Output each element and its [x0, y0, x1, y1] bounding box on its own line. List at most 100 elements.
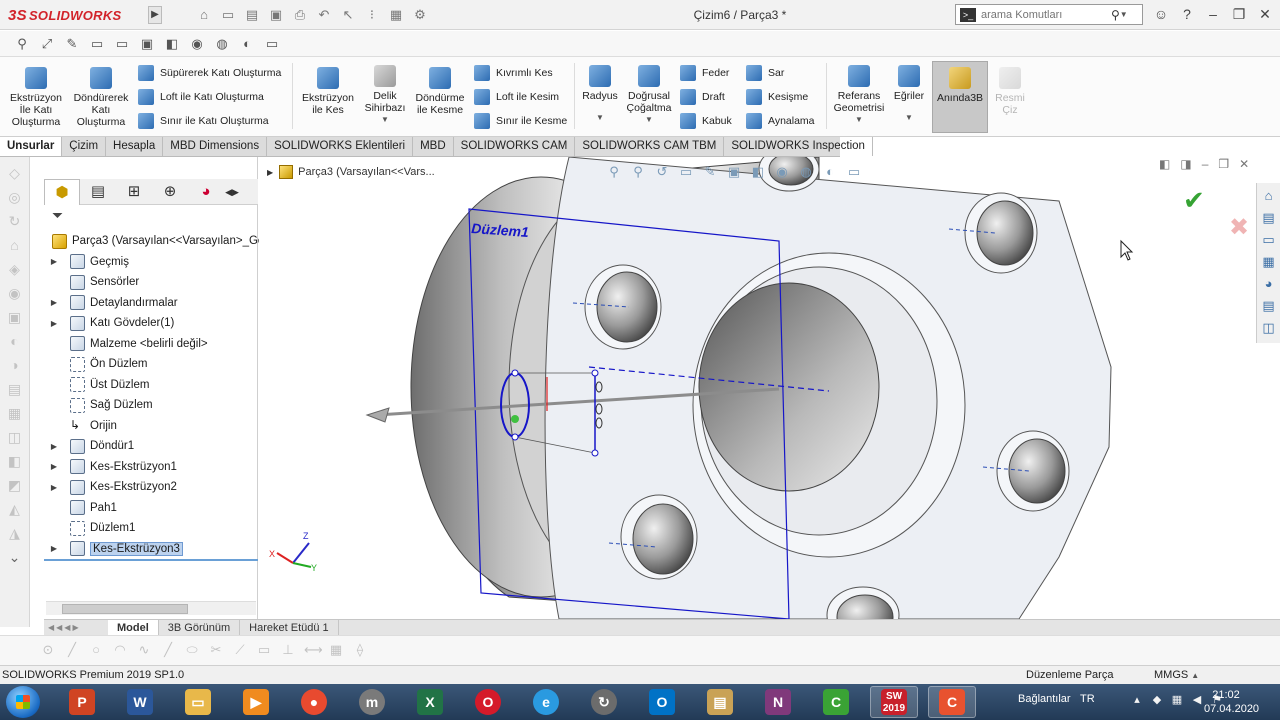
display-style-icon[interactable]: ◧ [749, 163, 767, 181]
appearances-icon[interactable]: ◕ [1260, 275, 1278, 293]
expand-arrow-icon[interactable]: ▶ [48, 462, 60, 471]
display-manager-tab-icon[interactable]: ◕ [188, 179, 224, 205]
curves-dropdown-icon[interactable]: ▼ [890, 112, 928, 124]
expand-arrow-icon[interactable]: ▶ [48, 544, 60, 553]
boundary-boss-button[interactable]: Sınır ile Katı Oluşturma [138, 111, 269, 131]
save-icon[interactable]: ▣ [267, 7, 285, 23]
tab-solidworks-inspection[interactable]: SOLIDWORKS Inspection [724, 137, 873, 156]
strip-tool-icon[interactable]: ◩ [7, 477, 23, 493]
taskbar-app-opera[interactable]: O [464, 686, 512, 718]
loft-boss-button[interactable]: Loft ile Katı Oluşturma [138, 87, 264, 107]
tray-clock[interactable]: 21:02 07.04.2020 [1204, 688, 1259, 716]
taskbar-app-recorder[interactable]: ● [290, 686, 338, 718]
feature-manager-tab-icon[interactable]: ⬢ [44, 179, 80, 205]
relations-icon[interactable]: ⊥ [280, 642, 296, 658]
display-style-icon[interactable]: ◧ [162, 34, 182, 54]
fillet-button[interactable]: Radyus ▼ [580, 61, 620, 124]
doc-close-icon[interactable]: ✕ [1239, 157, 1249, 171]
tree-item-material[interactable]: Malzeme <belirli değil> [44, 334, 258, 355]
edit-appearance-icon[interactable]: ◍ [797, 163, 815, 181]
tab-sketch[interactable]: Çizim [62, 137, 107, 156]
home-icon[interactable]: ⌂ [195, 7, 213, 23]
taskbar-app-word[interactable]: W [116, 686, 164, 718]
tree-item-solid-bodies[interactable]: ▶ Katı Gövdeler(1) [44, 313, 258, 334]
tree-item-plane1[interactable]: Düzlem1 [44, 518, 258, 539]
tray-connections[interactable]: Bağlantılar [1018, 693, 1071, 705]
expand-arrow-icon[interactable]: ▶ [48, 483, 60, 492]
doc-restore-icon[interactable]: ❐ [1218, 157, 1229, 171]
graphics-area[interactable]: Düzlem1 Z X Y ▶ Parça3 (Varsayılan<<Vars… [259, 157, 1280, 619]
strip-expand-icon[interactable]: ⌄ [7, 549, 23, 565]
close-icon[interactable]: ✕ [1254, 4, 1276, 25]
view-settings-icon[interactable]: ▭ [845, 163, 863, 181]
grid-icon[interactable]: ▦ [328, 642, 344, 658]
view-orientation-icon[interactable]: ▣ [725, 163, 743, 181]
taskbar-app-media-player[interactable]: ▶ [232, 686, 280, 718]
mirror-button[interactable]: Aynalama [746, 111, 815, 131]
bolt-hole[interactable] [620, 494, 698, 580]
taskbar-app-files[interactable]: ▤ [696, 686, 744, 718]
view-orientation-icon[interactable]: ▣ [137, 34, 157, 54]
circle-icon[interactable]: ○ [88, 642, 104, 658]
scrollbar-thumb[interactable] [62, 604, 188, 614]
sketch-endpoint[interactable] [591, 369, 599, 377]
breadcrumb-expand-icon[interactable]: ▶ [267, 168, 273, 177]
bolt-hole[interactable] [964, 192, 1038, 274]
curves-button[interactable]: Eğriler ▼ [890, 61, 928, 124]
revolve-cut-button[interactable]: Döndürme ile Kesme [412, 61, 468, 116]
scene-icon[interactable]: ◐ [237, 34, 257, 54]
loft-cut-button[interactable]: Loft ile Kesim [474, 87, 559, 107]
tree-item-annotations[interactable]: ▶ Detaylandırmalar [44, 293, 258, 314]
doc-minimize-icon[interactable]: – [1202, 157, 1209, 171]
file-explorer-icon[interactable]: ▭ [1260, 231, 1278, 249]
taskbar-app-powerpoint[interactable]: P [58, 686, 106, 718]
taskbar-app-camtasia-recorder[interactable]: C [928, 686, 976, 718]
expand-arrow-icon[interactable]: ▶ [48, 257, 60, 266]
strip-tool-icon[interactable]: ◮ [7, 525, 23, 541]
solidworks-logo[interactable]: 3S SOLIDWORKS [8, 6, 122, 24]
tile-left-icon[interactable]: ◧ [1159, 157, 1170, 171]
cancel-x-icon[interactable]: ✖ [1229, 213, 1249, 242]
windows-start-button[interactable] [6, 686, 40, 718]
traffic-light-icon[interactable]: ⁝ [363, 7, 381, 23]
print-icon[interactable]: ⎙ [291, 7, 309, 23]
expand-arrow-icon[interactable]: ▶ [48, 442, 60, 451]
tree-root[interactable]: Parça3 (Varsayılan<<Varsayılan>_Gör [44, 231, 268, 252]
expand-arrow-icon[interactable]: ▶ [48, 319, 60, 328]
new-document-icon[interactable]: ▭ [219, 7, 237, 23]
tile-right-icon[interactable]: ◨ [1180, 157, 1191, 171]
centerline-icon[interactable]: ╱ [160, 642, 176, 658]
rectangle-icon[interactable]: ▭ [256, 642, 272, 658]
axis-arrow-left-icon[interactable] [365, 407, 390, 423]
strip-tool-icon[interactable]: ◉ [7, 285, 23, 301]
strip-tool-icon[interactable]: ▣ [7, 309, 23, 325]
rollback-bar[interactable] [44, 559, 258, 561]
paste-icon[interactable]: ▭ [112, 34, 132, 54]
revolve-boss-button[interactable]: Döndürerek Katı Oluşturma [70, 61, 132, 128]
sketch-endpoint[interactable] [511, 369, 519, 377]
zoom-to-fit-icon[interactable]: ⚲ [605, 163, 623, 181]
line-icon[interactable]: ╱ [64, 642, 80, 658]
tray-language[interactable]: TR [1080, 693, 1095, 705]
design-library-icon[interactable]: ▤ [1260, 209, 1278, 227]
hole-wizard-dropdown-icon[interactable]: ▼ [360, 114, 410, 126]
strip-tool-icon[interactable]: ◫ [7, 429, 23, 445]
intersect-button[interactable]: Kesişme [746, 87, 808, 107]
tab-navigation-arrows-icon[interactable]: ◀◀◀▶ [44, 620, 108, 635]
forum-icon[interactable]: ◫ [1260, 319, 1278, 337]
swept-cut-button[interactable]: Kıvrımlı Kes [474, 63, 553, 83]
zoom-to-area-icon[interactable]: ⚲ [629, 163, 647, 181]
hole-wizard-button[interactable]: Delik Sihirbazı ▼ [360, 61, 410, 126]
taskbar-app-camtasia[interactable]: C [812, 686, 860, 718]
hide-show-items-icon[interactable]: ◉ [773, 163, 791, 181]
taskbar-app-excel[interactable]: X [406, 686, 454, 718]
tab-mbd[interactable]: MBD [413, 137, 454, 156]
tab-solidworks-cam[interactable]: SOLIDWORKS CAM [454, 137, 576, 156]
sweep-boss-button[interactable]: Süpürerek Katı Oluşturma [138, 63, 281, 83]
previous-view-icon[interactable]: ↺ [653, 163, 671, 181]
smart-dimension-icon[interactable]: ⤢ [37, 34, 57, 54]
linear-pattern-button[interactable]: Doğrusal Çoğaltma ▼ [624, 61, 674, 126]
tree-item-history[interactable]: ▶ Geçmiş [44, 252, 258, 273]
mirror-entities-icon[interactable]: ⟠ [352, 642, 368, 658]
search-dropdown-icon[interactable]: ▼ [1120, 10, 1128, 19]
